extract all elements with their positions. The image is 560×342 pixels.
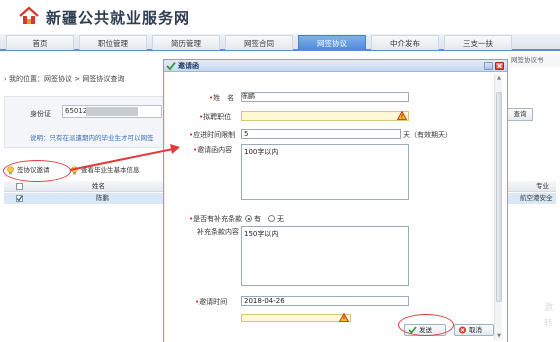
- annotation-arrow: [69, 144, 180, 171]
